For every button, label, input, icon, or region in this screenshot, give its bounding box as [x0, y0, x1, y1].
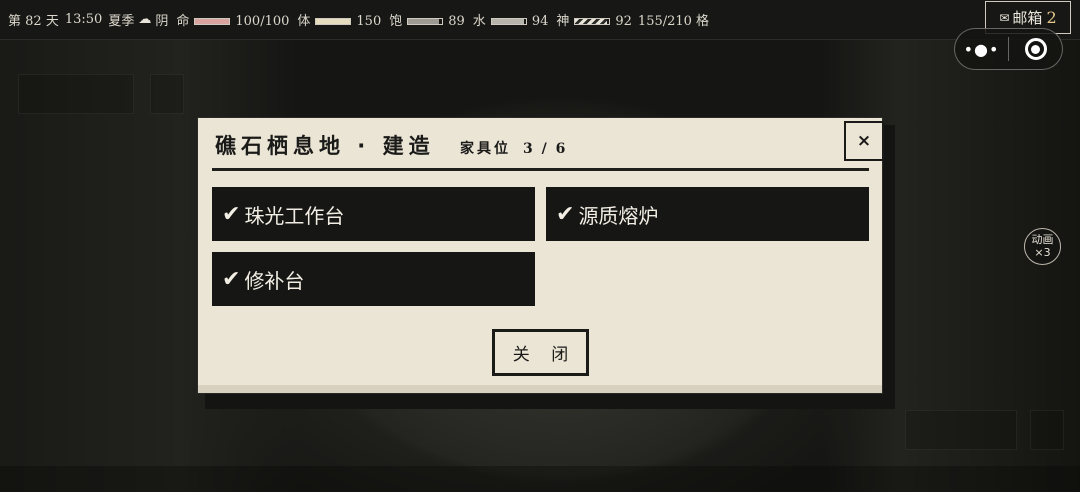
stat-value: 150 [356, 14, 382, 29]
time-display: 13:50 [64, 12, 103, 27]
stat-value: 92 [615, 14, 632, 29]
title-divider [212, 168, 869, 171]
stat-bar-fill [491, 19, 524, 24]
modal-title: 礁石栖息地 · 建造 [215, 134, 435, 158]
speed-label: 动画 [1031, 233, 1054, 246]
build-modal: 礁石栖息地 · 建造 家具位 3 / 6 × ✔ 珠光工作台 ✔ 源质熔炉 ✔ 修… [197, 117, 884, 394]
mini-program-capsule: •●• [954, 28, 1063, 70]
stat-label: 体 [297, 14, 311, 29]
check-icon: ✔ [222, 201, 241, 227]
speed-value: ×3 [1034, 246, 1051, 259]
build-item-label: 修补台 [244, 268, 305, 293]
close-button[interactable]: 关 闭 [492, 329, 589, 376]
build-item-pearl-workbench[interactable]: ✔ 珠光工作台 [212, 187, 535, 241]
close-icon[interactable]: × [844, 121, 884, 161]
stat-bar [194, 18, 231, 25]
inventory-display: 155/210 格 [637, 14, 710, 29]
mail-label: 邮箱 [1012, 9, 1043, 27]
stat-label: 神 [556, 14, 570, 29]
stat-bar [490, 18, 527, 25]
stat-bar [407, 18, 444, 25]
cloud-icon: ☁ [138, 12, 152, 27]
build-item-repair-bench[interactable]: ✔ 修补台 [212, 252, 535, 306]
mail-count: 2 [1046, 8, 1057, 27]
season-display: 夏季 [108, 14, 135, 29]
stat-label: 命 [176, 14, 190, 29]
stat-bar-fill [408, 19, 439, 24]
build-item-essence-furnace[interactable]: ✔ 源质熔炉 [546, 187, 869, 241]
build-item-label: 珠光工作台 [244, 203, 345, 228]
day-display: 第 82 天 [8, 10, 59, 29]
envelope-icon: ✉ [999, 10, 1010, 25]
close-program-icon[interactable] [1009, 38, 1062, 60]
modal-footer [198, 385, 882, 393]
furniture-slots: 家具位 3 / 6 [460, 138, 567, 158]
build-item-label: 源质熔炉 [578, 203, 659, 228]
stat-bar-fill [316, 19, 351, 24]
check-icon: ✔ [556, 201, 575, 227]
day-number: 82 [25, 14, 42, 29]
stat-bar [574, 18, 611, 25]
stat-label: 饱 [389, 14, 403, 29]
weather-display: 阴 [155, 14, 169, 29]
stat-bar [315, 18, 352, 25]
more-options-icon[interactable]: •●• [955, 40, 1008, 59]
day-prefix: 第 [8, 14, 22, 29]
stat-bar-fill [575, 19, 607, 24]
slots-value: 3 / 6 [523, 141, 568, 157]
status-bar: 第 82 天 13:50 夏季 ☁ 阴 命 100/100 体 150 饱 89 水 94 神 9… [0, 0, 1080, 40]
stat-bar-fill [195, 19, 230, 24]
animation-speed-button[interactable]: 动画 ×3 [1024, 228, 1061, 265]
day-suffix: 天 [45, 14, 59, 29]
stat-value: 94 [531, 14, 549, 29]
check-icon: ✔ [222, 266, 241, 292]
stats-group: 命 100/100 体 150 饱 89 水 94 神 92 [168, 10, 632, 29]
stat-value: 89 [448, 14, 465, 29]
stat-label: 水 [472, 14, 486, 29]
stat-value: 100/100 [235, 14, 290, 29]
slots-label: 家具位 [460, 141, 511, 157]
